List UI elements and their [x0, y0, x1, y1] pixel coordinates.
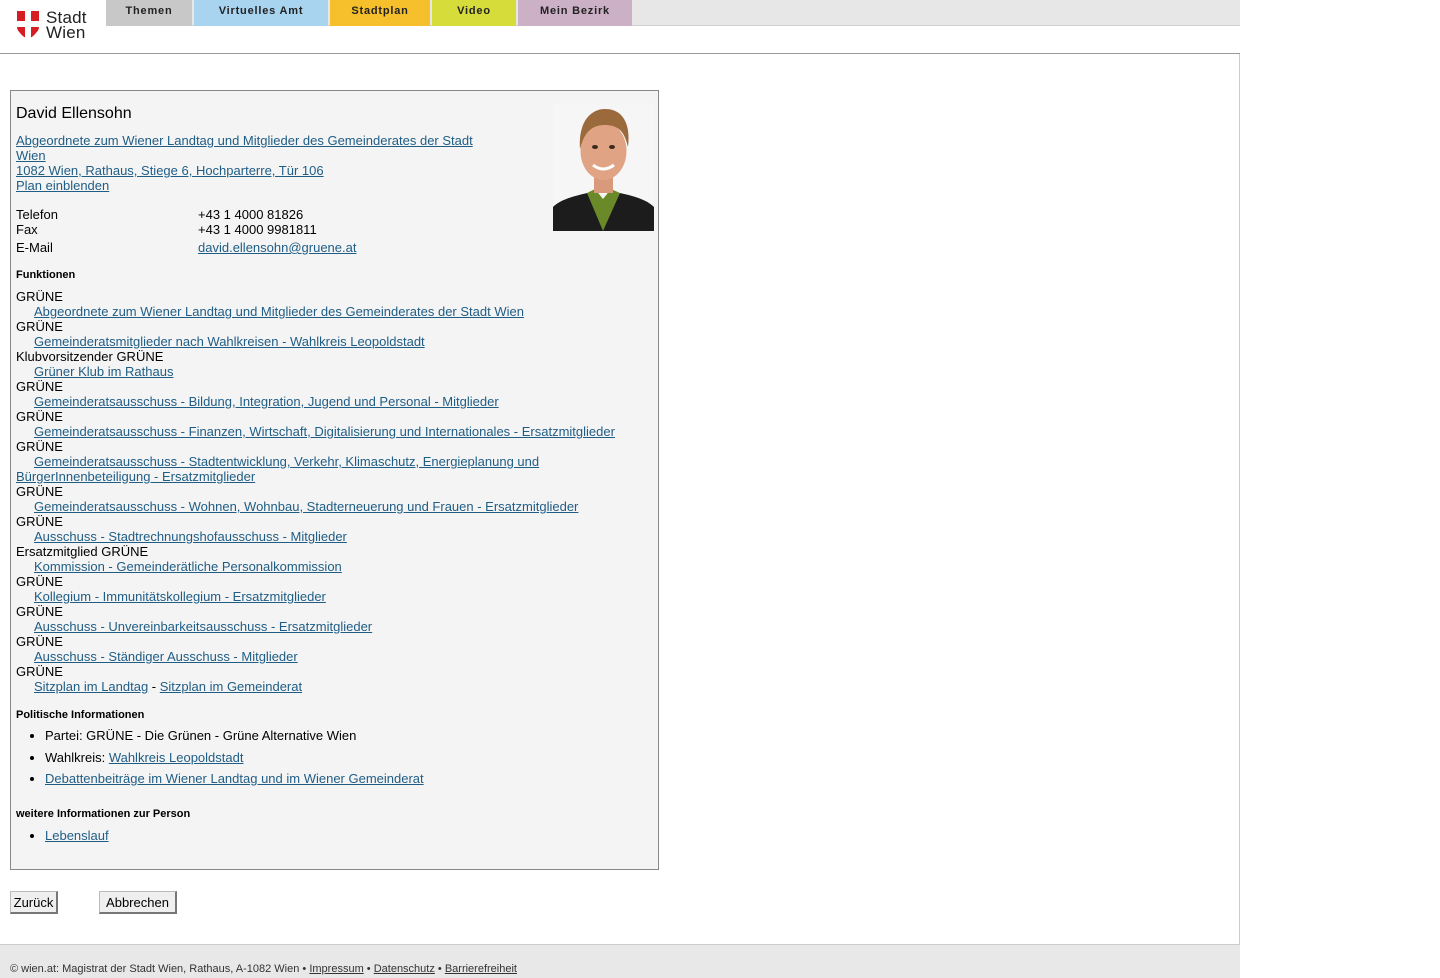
function-link[interactable]: Grüner Klub im Rathaus — [34, 364, 173, 379]
sitzplan-landtag-link[interactable]: Sitzplan im Landtag — [34, 679, 148, 694]
fax-row: Fax +43 1 4000 9981811 — [16, 222, 536, 237]
footer-sep: • — [434, 963, 445, 975]
email-row: E-Mail david.ellensohn@gruene.at — [16, 240, 536, 255]
email-link[interactable]: david.ellensohn@gruene.at — [198, 240, 356, 255]
person-photo — [553, 103, 654, 231]
address-link[interactable]: 1082 Wien, Rathaus, Stiege 6, Hochparter… — [16, 163, 324, 178]
lebenslauf-item: Lebenslauf — [45, 828, 109, 843]
phone-label: Telefon — [16, 207, 58, 222]
wien-shield-icon — [17, 11, 39, 39]
fax-value: +43 1 4000 9981811 — [198, 222, 317, 237]
funktionen-list: GRÜNE Abgeordnete zum Wiener Landtag und… — [16, 289, 646, 694]
function-link[interactable]: Ausschuss - Ständiger Ausschuss - Mitgli… — [34, 649, 298, 664]
phone-value: +43 1 4000 81826 — [198, 207, 304, 222]
weitere-list: Lebenslauf — [45, 828, 109, 843]
function-role: GRÜNE — [16, 514, 63, 529]
logo-line-2: Wien — [46, 23, 86, 42]
function-role: GRÜNE — [16, 664, 63, 679]
impressum-link[interactable]: Impressum — [309, 963, 363, 975]
function-role: GRÜNE — [16, 439, 63, 454]
function-link[interactable]: Kommission - Gemeinderätliche Personalko… — [34, 559, 342, 574]
politische-heading: Politische Informationen — [16, 709, 145, 721]
main-nav: Themen Virtuelles Amt Stadtplan Video Me… — [106, 0, 634, 26]
function-role: GRÜNE — [16, 574, 63, 589]
debatten-link[interactable]: Debattenbeiträge im Wiener Landtag und i… — [45, 771, 424, 786]
wahlkreis-label: Wahlkreis: — [45, 749, 109, 765]
function-link[interactable]: Ausschuss - Unvereinbarkeitsausschuss - … — [34, 619, 372, 634]
lebenslauf-link[interactable]: Lebenslauf — [45, 828, 109, 843]
partei-item: Partei: GRÜNE - Die Grünen - Grüne Alter… — [45, 728, 649, 743]
function-link[interactable]: Kollegium - Immunitätskollegium - Ersatz… — [34, 589, 326, 604]
wahlkreis-link[interactable]: Wahlkreis Leopoldstadt — [109, 750, 244, 765]
footer-copyright: © wien.at: Magistrat der Stadt Wien, Rat… — [10, 963, 310, 975]
back-button[interactable]: Zurück — [10, 891, 58, 914]
function-link-cont[interactable]: BürgerInnenbeteiligung - Ersatzmitgliede… — [16, 469, 255, 484]
function-link[interactable]: Gemeinderatsausschuss - Wohnen, Wohnbau,… — [34, 499, 578, 514]
person-name: David Ellensohn — [16, 105, 132, 122]
phone-row: Telefon +43 1 4000 81826 — [16, 207, 536, 222]
function-link[interactable]: Abgeordnete zum Wiener Landtag und Mitgl… — [34, 304, 524, 319]
separator: - — [148, 679, 160, 694]
footer-sep: • — [363, 963, 374, 975]
function-link[interactable]: Ausschuss - Stadtrechnungshofausschuss -… — [34, 529, 347, 544]
function-role: Ersatzmitglied GRÜNE — [16, 544, 149, 559]
logo-text: Stadt Wien — [46, 9, 87, 42]
function-role: GRÜNE — [16, 289, 63, 304]
fax-label: Fax — [16, 222, 38, 237]
function-role: GRÜNE — [16, 409, 63, 424]
function-link[interactable]: Gemeinderatsausschuss - Stadtentwicklung… — [34, 454, 539, 469]
function-role: GRÜNE — [16, 604, 63, 619]
footer: © wien.at: Magistrat der Stadt Wien, Rat… — [0, 944, 1240, 978]
funktionen-heading: Funktionen — [16, 269, 76, 281]
politische-list: Partei: GRÜNE - Die Grünen - Grüne Alter… — [45, 728, 649, 793]
weitere-heading: weitere Informationen zur Person — [16, 808, 191, 820]
function-role: GRÜNE — [16, 484, 63, 499]
barrierefreiheit-link[interactable]: Barrierefreiheit — [445, 963, 517, 975]
datenschutz-link[interactable]: Datenschutz — [374, 963, 435, 975]
site-header: Stadt Wien Themen Virtuelles Amt Stadtpl… — [0, 0, 1240, 54]
wahlkreis-item: Wahlkreis: Wahlkreis Leopoldstadt — [45, 750, 649, 765]
role-link[interactable]: Abgeordnete zum Wiener Landtag und Mitgl… — [16, 133, 473, 148]
cancel-button[interactable]: Abbrechen — [99, 891, 177, 914]
function-link[interactable]: Gemeinderatsausschuss - Bildung, Integra… — [34, 394, 499, 409]
function-link[interactable]: Gemeinderatsausschuss - Finanzen, Wirtsc… — [34, 424, 615, 439]
sitzplan-gemeinderat-link[interactable]: Sitzplan im Gemeinderat — [160, 679, 302, 694]
contact-block: Telefon +43 1 4000 81826 Fax +43 1 4000 … — [16, 207, 536, 255]
function-role: Klubvorsitzender GRÜNE — [16, 349, 164, 364]
stadt-wien-logo[interactable]: Stadt Wien — [16, 8, 87, 42]
nav-tab-stadtplan[interactable]: Stadtplan — [330, 0, 430, 26]
footer-text: © wien.at: Magistrat der Stadt Wien, Rat… — [10, 963, 517, 975]
role-link-cont[interactable]: Wien — [16, 148, 46, 163]
function-link[interactable]: Gemeinderatsmitglieder nach Wahlkreisen … — [34, 334, 425, 349]
plan-einblenden-link[interactable]: Plan einblenden — [16, 178, 109, 193]
nav-tab-themen[interactable]: Themen — [106, 0, 192, 26]
address-block: Abgeordnete zum Wiener Landtag und Mitgl… — [16, 133, 496, 193]
debatten-item: Debattenbeiträge im Wiener Landtag und i… — [45, 771, 649, 786]
email-label: E-Mail — [16, 240, 53, 255]
function-role: GRÜNE — [16, 379, 63, 394]
function-role: GRÜNE — [16, 319, 63, 334]
nav-tab-virtuelles-amt[interactable]: Virtuelles Amt — [194, 0, 328, 26]
nav-tab-video[interactable]: Video — [432, 0, 516, 26]
page: Stadt Wien Themen Virtuelles Amt Stadtpl… — [0, 0, 1240, 978]
function-role: GRÜNE — [16, 634, 63, 649]
nav-tab-mein-bezirk[interactable]: Mein Bezirk — [518, 0, 632, 26]
person-card: David Ellensohn Abgeordnete zum Wiener L… — [10, 90, 659, 870]
